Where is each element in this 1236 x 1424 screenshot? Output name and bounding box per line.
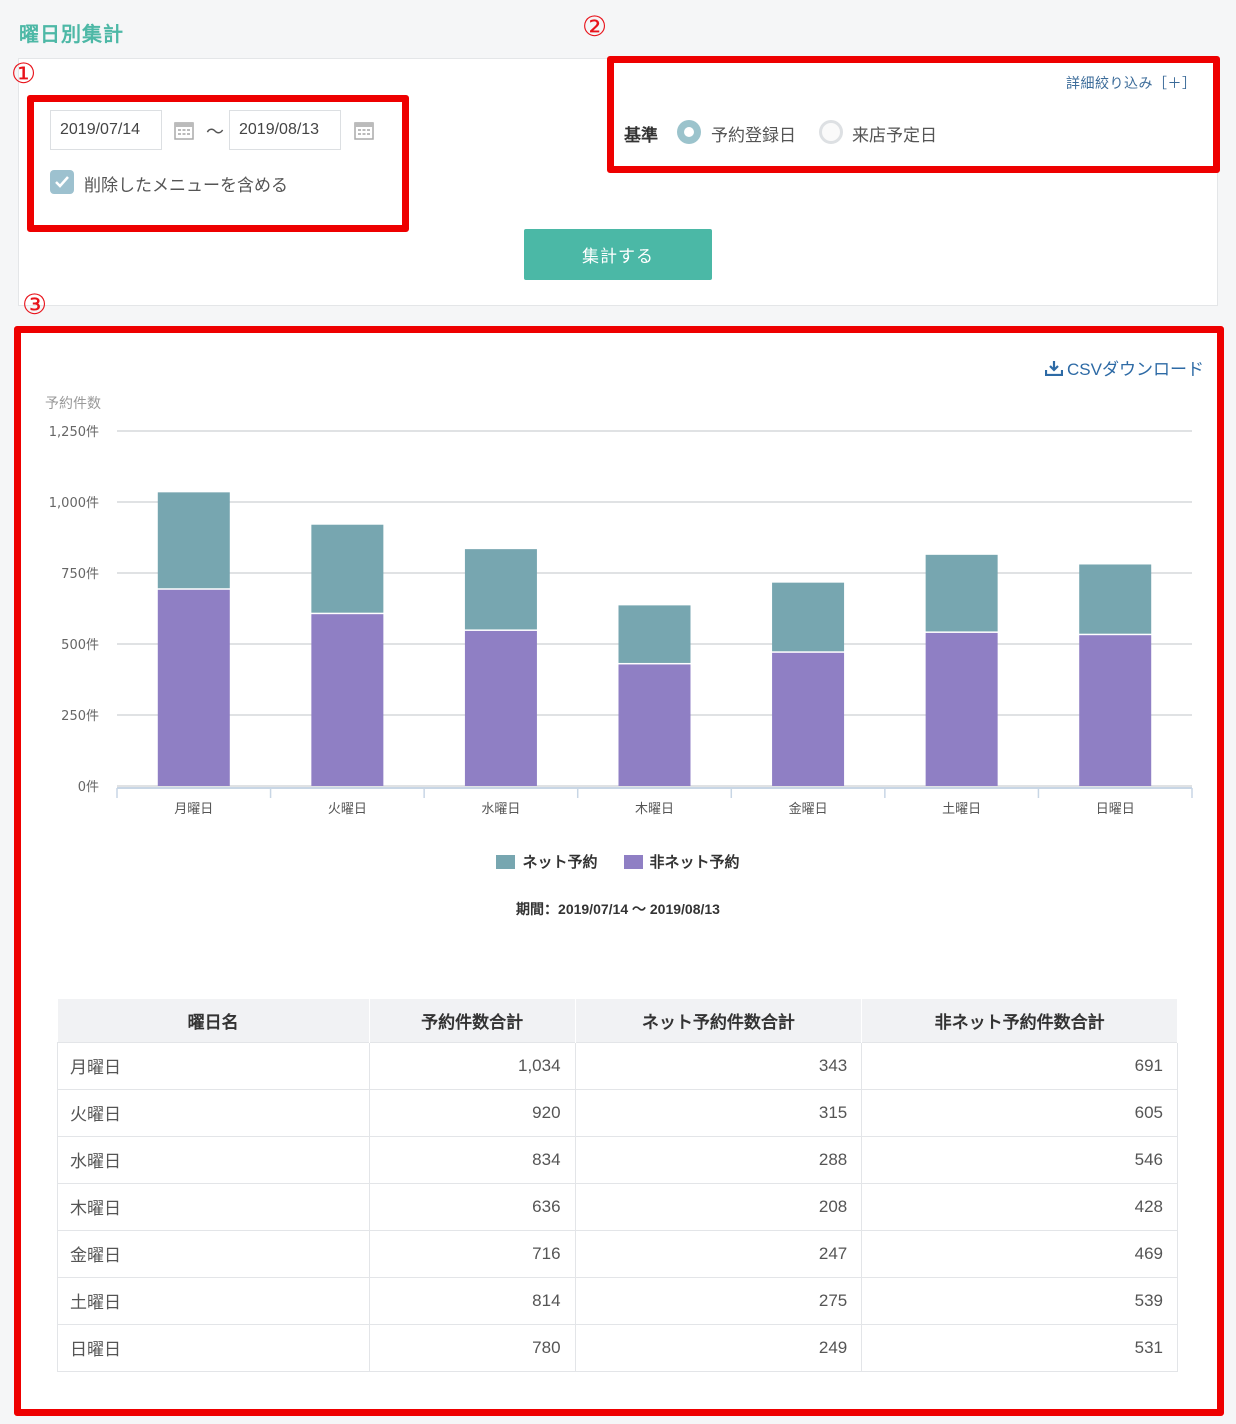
bar-non-net (925, 632, 998, 786)
cell-value: 716 (369, 1229, 576, 1277)
bar-net (772, 582, 845, 652)
cell-value: 1,034 (369, 1041, 576, 1089)
summary-table: 曜日名 予約件数合計 ネット予約件数合計 非ネット予約件数合計 月曜日 1,034… (57, 999, 1178, 1372)
x-tick-label: 月曜日 (174, 802, 213, 817)
chart-legend: ネット予約 非ネット予約 (0, 851, 1236, 872)
cell-value: 428 (861, 1182, 1178, 1230)
table-row: 月曜日 1,034 343 691 (57, 1041, 1178, 1089)
legend-label-net: ネット予約 (522, 853, 598, 871)
table-header-row: 曜日名 予約件数合計 ネット予約件数合計 非ネット予約件数合計 (57, 999, 1178, 1042)
table-row: 日曜日 780 249 531 (57, 1323, 1178, 1372)
bar-net (618, 605, 691, 663)
cell-value: 208 (575, 1182, 863, 1230)
cell-value: 275 (575, 1276, 863, 1324)
bar-non-net (157, 589, 230, 786)
cell-weekday: 水曜日 (57, 1135, 370, 1183)
cell-value: 691 (861, 1041, 1178, 1089)
legend-item-non-net: 非ネット予約 (623, 851, 740, 872)
legend-item-net: ネット予約 (496, 851, 598, 872)
table-row: 水曜日 834 288 546 (57, 1135, 1178, 1183)
y-tick-label: 0件 (78, 780, 99, 795)
cell-value: 315 (575, 1088, 863, 1136)
cell-value: 247 (575, 1229, 863, 1277)
cell-value: 814 (369, 1276, 576, 1324)
table-row: 火曜日 920 315 605 (57, 1088, 1178, 1136)
bar-net (157, 492, 230, 589)
cell-weekday: 日曜日 (57, 1323, 370, 1372)
table-row: 木曜日 636 208 428 (57, 1182, 1178, 1230)
bar-net (311, 524, 384, 613)
x-tick-label: 木曜日 (635, 802, 674, 817)
legend-swatch-non-net (623, 854, 643, 869)
cell-value: 546 (861, 1135, 1178, 1183)
legend-swatch-net (496, 854, 516, 869)
y-tick-label: 750件 (61, 567, 99, 582)
cell-weekday: 火曜日 (57, 1088, 370, 1136)
cell-value: 780 (369, 1323, 576, 1372)
cell-value: 539 (861, 1276, 1178, 1324)
table-row: 金曜日 716 247 469 (57, 1229, 1178, 1277)
bar-net (464, 549, 537, 630)
cell-value: 288 (575, 1135, 863, 1183)
x-tick-label: 土曜日 (942, 802, 981, 817)
cell-value: 920 (369, 1088, 576, 1136)
bar-non-net (618, 664, 691, 786)
cell-value: 636 (369, 1182, 576, 1230)
bar-non-net (772, 652, 845, 786)
header-non-net-total: 非ネット予約件数合計 (861, 999, 1178, 1042)
bar-net (925, 554, 998, 632)
legend-label-non-net: 非ネット予約 (649, 853, 740, 871)
cell-value: 249 (575, 1323, 863, 1372)
y-tick-label: 1,000件 (49, 496, 99, 511)
cell-value: 605 (861, 1088, 1178, 1136)
cell-weekday: 木曜日 (57, 1182, 370, 1230)
x-tick-label: 火曜日 (328, 802, 367, 817)
y-tick-label: 1,250件 (49, 425, 99, 440)
cell-weekday: 月曜日 (57, 1041, 370, 1089)
header-total: 予約件数合計 (369, 999, 576, 1042)
table-row: 土曜日 814 275 539 (57, 1276, 1178, 1324)
x-tick-label: 水曜日 (481, 802, 520, 817)
period-caption: 期間：2019/07/14 ～ 2019/08/13 (516, 901, 720, 917)
bar-net (1079, 564, 1152, 634)
x-tick-label: 日曜日 (1096, 802, 1135, 817)
cell-value: 834 (369, 1135, 576, 1183)
cell-value: 343 (575, 1041, 863, 1089)
cell-value: 469 (861, 1229, 1178, 1277)
header-weekday: 曜日名 (57, 999, 370, 1042)
bar-non-net (464, 630, 537, 786)
bar-non-net (311, 614, 384, 786)
header-net-total: ネット予約件数合計 (575, 999, 863, 1042)
stacked-bar-chart: 0件 250件 500件 750件 1,000件 1,250件月曜日 火曜日 水曜日 木曜日 金曜… (49, 425, 1193, 817)
y-tick-label: 250件 (61, 709, 99, 724)
bar-non-net (1079, 635, 1152, 786)
y-tick-label: 500件 (61, 638, 99, 653)
cell-weekday: 土曜日 (57, 1276, 370, 1324)
cell-weekday: 金曜日 (57, 1229, 370, 1277)
x-tick-label: 金曜日 (789, 801, 828, 817)
cell-value: 531 (861, 1323, 1178, 1372)
